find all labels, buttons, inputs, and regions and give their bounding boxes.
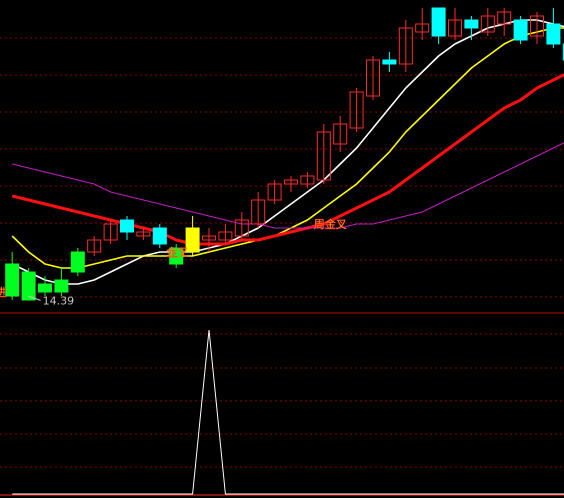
- stock-chart: 14.39 金叉 周金叉进: [0, 0, 564, 498]
- chart-background: [0, 0, 564, 498]
- low-price-label: 14.39: [43, 294, 75, 307]
- candle-body: [464, 19, 479, 29]
- candle-body: [5, 263, 20, 297]
- candle-body: [70, 251, 85, 273]
- candle-body: [21, 271, 36, 301]
- signal-label: 金叉: [166, 245, 188, 259]
- candle-body: [152, 227, 167, 245]
- candle-body: [431, 7, 446, 37]
- signal-label: 进: [0, 286, 7, 299]
- candle-body: [38, 283, 52, 293]
- candle-body: [546, 23, 561, 45]
- candle-body: [120, 219, 134, 233]
- signal-label: 周金叉: [314, 217, 347, 231]
- candle-body: [382, 59, 397, 65]
- candle-body: [513, 19, 528, 41]
- candle-body: [54, 279, 69, 293]
